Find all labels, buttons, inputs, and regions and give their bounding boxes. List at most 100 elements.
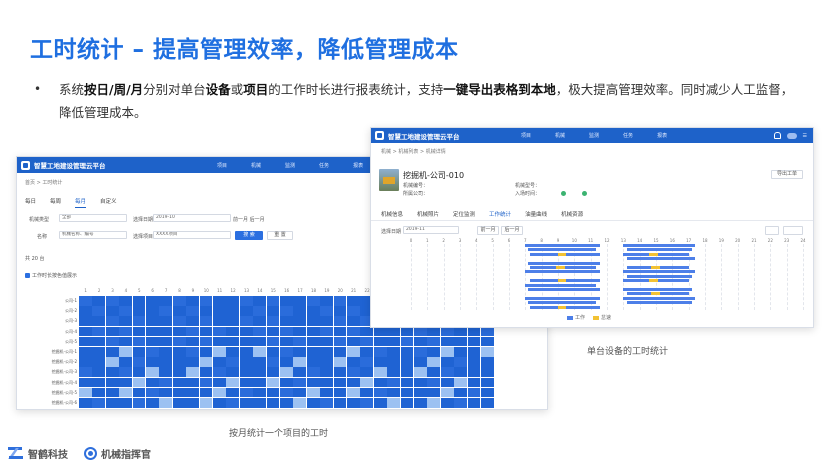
nav-item[interactable]: 项目: [521, 132, 531, 139]
type-select[interactable]: 全部: [59, 214, 127, 222]
avatar[interactable]: [786, 132, 797, 139]
checkbox[interactable]: [25, 273, 30, 278]
nav-item[interactable]: 机械: [251, 162, 261, 169]
tab-2[interactable]: 每月: [75, 197, 87, 208]
heat-cell: [333, 316, 347, 326]
heat-cell: [360, 326, 374, 337]
divider: [371, 220, 813, 221]
desc-part: 系统: [59, 82, 85, 97]
heat-cell: [119, 387, 132, 398]
refresh-button[interactable]: [783, 226, 803, 235]
hour-label: 17: [686, 238, 692, 243]
nav-item[interactable]: 监测: [285, 162, 295, 169]
nav-item[interactable]: 机械: [555, 132, 565, 139]
heat-cell: [79, 347, 92, 357]
heat-cell: [172, 367, 186, 377]
day-label: 5: [138, 288, 141, 293]
day-label: 17: [297, 288, 303, 293]
month-switch[interactable]: 前一月 后一月: [233, 216, 265, 223]
date-picker[interactable]: 2019-11: [403, 226, 459, 234]
work-bar: [527, 301, 596, 305]
breadcrumb: 机械 > 机械列表 > 机械详情: [381, 149, 446, 155]
heat-cell: [387, 357, 400, 367]
heat-cell: [427, 326, 441, 337]
heat-cell: [186, 336, 199, 347]
desc-part: 或: [230, 82, 244, 97]
nav-item[interactable]: 任务: [623, 132, 633, 139]
nav-item[interactable]: 任务: [319, 162, 329, 169]
heat-cell: [427, 377, 441, 388]
gantt-date-label: [379, 266, 409, 269]
nav-item[interactable]: 项目: [217, 162, 227, 169]
heat-cell: [159, 387, 173, 398]
heat-cell: [360, 367, 374, 377]
user-area[interactable]: ☰: [773, 128, 807, 143]
row-label: 公司-5: [65, 338, 77, 344]
name-input[interactable]: 机械名称、编号: [59, 231, 127, 239]
export-button[interactable]: 导出工单: [771, 170, 803, 179]
search-button[interactable]: 搜 索: [235, 231, 263, 240]
heat-cell: [253, 316, 266, 326]
hour-gridline: [509, 244, 510, 310]
nav-item[interactable]: 报表: [657, 132, 667, 139]
next-month-button[interactable]: 后一月: [501, 226, 523, 235]
work-bar: [626, 274, 692, 278]
hour-label: 10: [571, 238, 577, 243]
idle-bar: [649, 252, 658, 256]
heat-cell: [306, 367, 320, 377]
desc-bold: 项目: [243, 82, 269, 97]
info-entry: 入场时间：: [515, 191, 541, 197]
heat-cell: [213, 336, 226, 347]
top-nav: 项目 机械 监测 任务 报表: [217, 157, 387, 173]
gantt-date-label: [379, 262, 409, 265]
heat-cell: [414, 387, 427, 398]
tab-1[interactable]: 每周: [50, 197, 61, 208]
heat-cell: [293, 357, 307, 367]
heat-cell: [92, 398, 106, 408]
heat-cell: [266, 296, 280, 306]
heat-cell: [79, 398, 92, 408]
gantt-date-label: [379, 297, 409, 300]
bell-icon[interactable]: [773, 132, 781, 139]
gantt-date-label: [379, 253, 409, 256]
heat-cell: [320, 398, 333, 408]
heat-cell: [253, 326, 266, 337]
legend-work-label: 工作: [575, 315, 586, 321]
heat-cell: [79, 377, 92, 388]
project-select[interactable]: XXXX项目: [153, 231, 231, 239]
gantt-date-label: [379, 248, 409, 251]
reset-button[interactable]: 重 置: [267, 231, 293, 240]
tab-3[interactable]: 自定义: [100, 197, 117, 208]
heat-cell: [226, 347, 240, 357]
hour-label: 24: [800, 238, 806, 243]
nav-item[interactable]: 监测: [589, 132, 599, 139]
nav-item[interactable]: 报表: [353, 162, 363, 169]
heat-cell: [467, 347, 481, 357]
export-icon[interactable]: [765, 226, 779, 235]
heat-cell: [132, 367, 146, 377]
heat-cell: [146, 326, 159, 337]
day-label: 3: [111, 288, 114, 293]
heat-cell: [79, 357, 92, 367]
prev-month-button[interactable]: 前一月: [477, 226, 499, 235]
heat-cell: [427, 367, 441, 377]
date-picker[interactable]: 2019-10: [153, 214, 231, 222]
heat-cell: [226, 306, 240, 316]
heat-cell: [186, 398, 199, 408]
heat-cell: [105, 326, 119, 337]
heat-cell: [454, 326, 467, 337]
heat-cell: [119, 357, 132, 367]
work-bar: [525, 244, 601, 247]
heat-cell: [105, 296, 119, 306]
heat-cell: [105, 398, 119, 408]
heat-cell: [293, 296, 307, 306]
hour-label: 18: [702, 238, 708, 243]
heat-cell: [414, 336, 427, 347]
grid-icon[interactable]: ☰: [803, 133, 807, 139]
heat-cell: [387, 336, 400, 347]
heat-cell: [172, 387, 186, 398]
tab-0[interactable]: 每日: [25, 197, 36, 208]
idle-bar: [556, 266, 565, 269]
work-bar: [626, 248, 692, 252]
heat-cell: [454, 347, 467, 357]
